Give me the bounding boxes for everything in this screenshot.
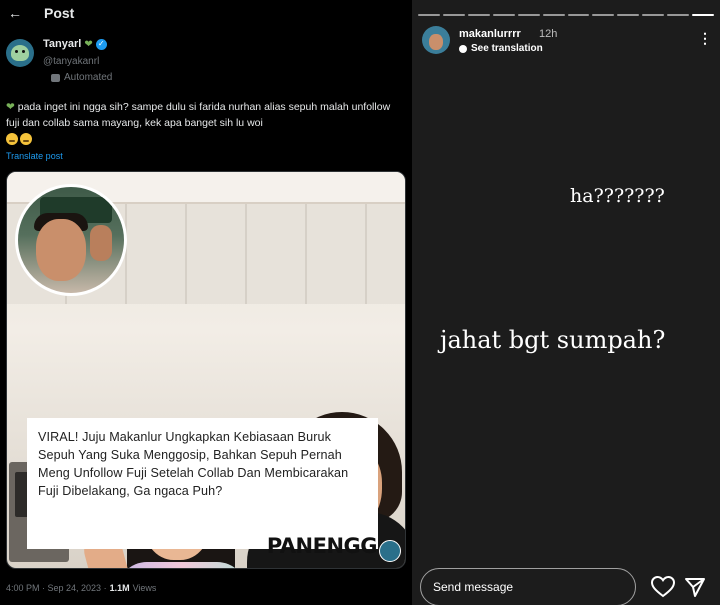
- translate-link[interactable]: Translate post: [6, 151, 63, 161]
- media-caption: VIRAL! Juju Makanlur Ungkapkan Kebiasaan…: [27, 418, 378, 549]
- story-progress-segment: [492, 14, 515, 16]
- story-pane: makanlurrrr 12h See translation ⋮ ha????…: [412, 0, 720, 605]
- story-header: makanlurrrr 12h See translation ⋮: [422, 26, 712, 56]
- tweet-media-image[interactable]: VIRAL! Juju Makanlur Ungkapkan Kebiasaan…: [6, 171, 406, 569]
- emoji-row: [6, 133, 32, 145]
- globe-icon: [459, 44, 467, 53]
- tweet-body: pada inget ini ngga sih? sampe dulu si f…: [6, 101, 391, 129]
- page-title: Post: [44, 5, 75, 21]
- views-count: 1.1M: [109, 583, 130, 593]
- message-field[interactable]: [420, 568, 636, 605]
- see-translation-button[interactable]: See translation: [459, 43, 543, 54]
- see-translation-label: See translation: [471, 43, 543, 54]
- green-heart-icon: ❤: [84, 38, 93, 50]
- author-name[interactable]: Tanyarl: [43, 38, 81, 50]
- story-progress-segment: [692, 14, 715, 16]
- author-block: Tanyarl ❤ ✓ @tanyakanrl Automated: [6, 36, 406, 86]
- send-icon[interactable]: [684, 576, 706, 598]
- post-meta: 4:00 PM · Sep 24, 2023 · 1.1M Views: [6, 583, 156, 593]
- story-time: 12h: [539, 28, 558, 40]
- sad-face-icon: [6, 133, 18, 145]
- inset-photo: [15, 184, 127, 296]
- heart-icon[interactable]: [651, 576, 675, 598]
- tweet-pane: ← Post Tanyarl ❤ ✓ @tanyakanrl Automated…: [0, 0, 412, 605]
- story-progress-segment: [667, 14, 690, 16]
- author-handle[interactable]: @tanyakanrl: [43, 56, 99, 67]
- brand-logo: PANENGG: [266, 534, 378, 558]
- corner-logo-icon: [379, 540, 401, 562]
- arrow-left-icon[interactable]: ←: [8, 5, 24, 21]
- avatar[interactable]: [422, 26, 450, 54]
- top-bar: ← Post: [0, 0, 412, 26]
- story-progress-segment: [542, 14, 565, 16]
- bot-icon: [51, 73, 60, 82]
- story-progress-segment: [418, 14, 440, 16]
- name-row: Tanyarl ❤ ✓: [43, 38, 107, 50]
- verified-badge-icon: ✓: [95, 38, 107, 50]
- story-progress-segment: [442, 14, 465, 16]
- story-progress-segment: [642, 14, 665, 16]
- story-progress: [418, 14, 715, 17]
- automated-label: Automated: [51, 72, 112, 83]
- more-vertical-icon[interactable]: ⋮: [698, 30, 712, 47]
- story-progress-segment: [567, 14, 590, 16]
- caption-text: VIRAL! Juju Makanlur Ungkapkan Kebiasaan…: [38, 430, 349, 498]
- story-progress-segment: [467, 14, 490, 16]
- automated-text: Automated: [64, 72, 113, 83]
- crying-face-icon: [20, 133, 32, 145]
- avatar[interactable]: [6, 39, 34, 67]
- story-progress-segment: [617, 14, 640, 16]
- story-progress-segment: [592, 14, 615, 16]
- story-username[interactable]: makanlurrrr: [459, 28, 521, 40]
- post-time[interactable]: 4:00 PM · Sep 24, 2023 ·: [6, 583, 107, 593]
- story-text-1: ha???????: [570, 185, 665, 207]
- story-text-2: jahat bgt sumpah?: [440, 326, 666, 354]
- tweet-text: ❤ pada inget ini ngga sih? sampe dulu si…: [6, 99, 398, 131]
- send-message-input[interactable]: [433, 580, 623, 594]
- views-label: Views: [132, 583, 157, 593]
- green-heart-icon: ❤: [6, 101, 15, 113]
- story-progress-segment: [517, 14, 540, 16]
